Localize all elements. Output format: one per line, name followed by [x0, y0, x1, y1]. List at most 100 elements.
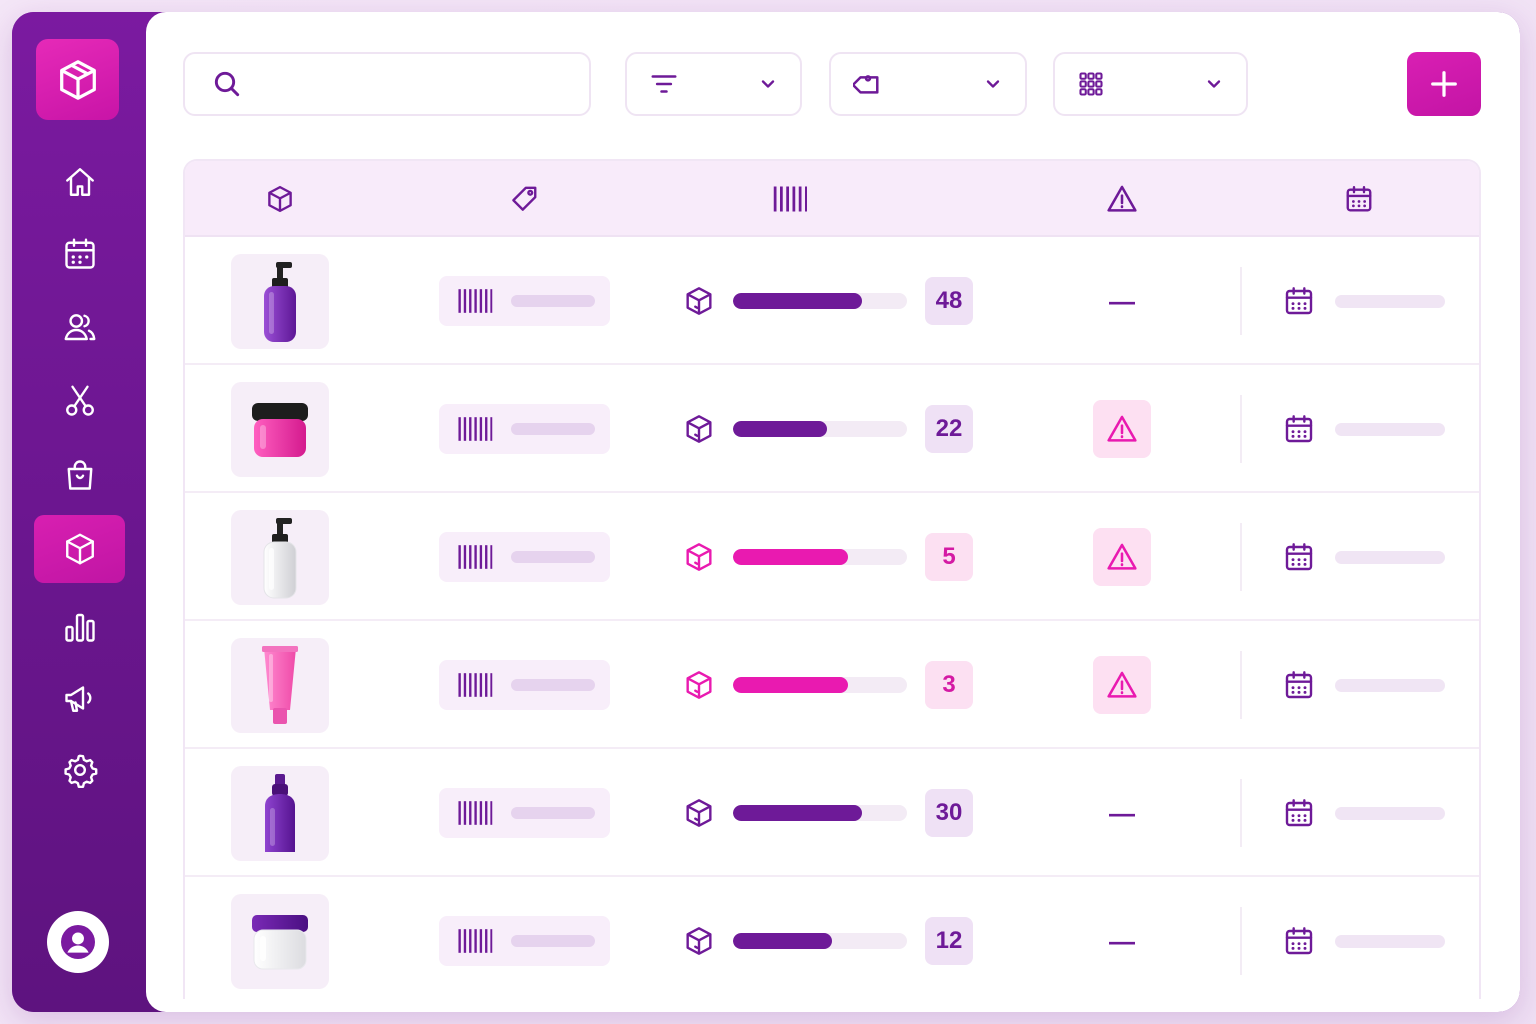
sidebar-item-shop[interactable] — [34, 441, 125, 509]
stock-level-bar — [733, 933, 907, 949]
user-avatar[interactable] — [47, 911, 109, 973]
stock-quantity-badge: 22 — [925, 405, 973, 453]
box-icon — [686, 927, 712, 955]
product-thumbnail[interactable] — [231, 382, 329, 477]
stock-level-bar — [733, 421, 907, 437]
calendar-icon — [64, 238, 95, 269]
date-icon-wrap — [1283, 925, 1315, 962]
column-divider — [1240, 779, 1242, 847]
column-header-product[interactable] — [231, 161, 329, 237]
stock-level-fill — [733, 677, 848, 693]
shopping-bag-icon — [67, 460, 92, 490]
product-thumbnail[interactable] — [231, 510, 329, 605]
low-stock-alert[interactable] — [1093, 400, 1151, 458]
box-icon — [65, 533, 94, 565]
date-icon-wrap — [1283, 413, 1315, 450]
filter-dropdown[interactable] — [625, 52, 802, 116]
sku-placeholder-line — [511, 807, 595, 819]
table-row[interactable]: 5 — [185, 493, 1479, 621]
box-icon — [686, 415, 712, 443]
sku-chip[interactable] — [439, 916, 610, 966]
sku-chip[interactable] — [439, 404, 610, 454]
barcode-icon — [458, 929, 493, 953]
sku-placeholder-line — [511, 679, 595, 691]
product-thumbnail[interactable] — [231, 766, 329, 861]
date-icon-wrap — [1283, 669, 1315, 706]
product-thumbnail[interactable] — [231, 894, 329, 989]
date-placeholder-line — [1335, 423, 1445, 436]
tag-dropdown[interactable] — [829, 52, 1027, 116]
date-placeholder-line — [1335, 679, 1445, 692]
low-stock-alert[interactable] — [1093, 656, 1151, 714]
empty-alert-dash: — — [1109, 286, 1135, 316]
sku-placeholder-line — [511, 551, 595, 563]
barcode-icon — [458, 673, 493, 697]
stock-level-fill — [733, 421, 827, 437]
barcode-icon — [458, 545, 493, 569]
search-box[interactable] — [183, 52, 591, 116]
table-row[interactable]: 22 — [185, 365, 1479, 493]
box-icon — [686, 799, 712, 827]
sku-placeholder-line — [511, 295, 595, 307]
stock-level-bar — [733, 293, 907, 309]
sku-placeholder-line — [511, 935, 595, 947]
warning-icon — [1107, 671, 1137, 698]
sku-chip[interactable] — [439, 276, 610, 326]
box-icon — [686, 671, 712, 699]
barcode-icon — [458, 289, 493, 313]
column-divider — [1240, 395, 1242, 463]
calendar-icon — [1285, 927, 1313, 955]
column-header-tag[interactable] — [475, 161, 573, 237]
column-divider — [1240, 907, 1242, 975]
sidebar-item-settings[interactable] — [34, 736, 125, 804]
warning-icon — [1107, 415, 1137, 442]
sidebar-item-reports[interactable] — [34, 593, 125, 661]
sidebar-item-inventory[interactable] — [34, 515, 125, 583]
view-dropdown[interactable] — [1053, 52, 1248, 116]
stock-box — [683, 669, 715, 706]
table-row[interactable]: 12 — — [185, 877, 1479, 999]
calendar-icon — [1285, 671, 1313, 699]
chevron-down-icon — [1207, 80, 1221, 88]
sidebar-item-calendar[interactable] — [34, 220, 125, 288]
column-divider — [1240, 267, 1242, 335]
stock-level-fill — [733, 293, 862, 309]
date-icon-wrap — [1283, 541, 1315, 578]
inventory-table: 48 — 22 5 3 30 — 12 — — [183, 159, 1481, 999]
tag-icon — [512, 186, 537, 211]
no-alert: — — [1093, 784, 1151, 842]
stock-quantity-badge: 12 — [925, 917, 973, 965]
stock-level-fill — [733, 933, 833, 949]
users-icon — [64, 314, 95, 341]
table-row[interactable]: 48 — — [185, 237, 1479, 365]
product-thumbnail[interactable] — [231, 638, 329, 733]
column-header-barcode[interactable] — [741, 161, 839, 237]
sku-chip[interactable] — [439, 788, 610, 838]
add-product-button[interactable] — [1407, 52, 1481, 116]
warning-icon — [1107, 185, 1137, 212]
table-row[interactable]: 30 — — [185, 749, 1479, 877]
stock-quantity-badge: 48 — [925, 277, 973, 325]
sidebar-item-marketing[interactable] — [34, 664, 125, 732]
stock-quantity-badge: 30 — [925, 789, 973, 837]
sku-chip[interactable] — [439, 660, 610, 710]
scissors-icon — [65, 385, 94, 416]
app-logo[interactable] — [36, 39, 119, 120]
low-stock-alert[interactable] — [1093, 528, 1151, 586]
sidebar-item-clients[interactable] — [34, 293, 125, 361]
calendar-icon — [1285, 799, 1313, 827]
date-placeholder-line — [1335, 295, 1445, 308]
sidebar-item-home[interactable] — [34, 148, 125, 216]
column-header-alert[interactable] — [1073, 161, 1171, 237]
column-header-date[interactable] — [1310, 161, 1408, 237]
sku-chip[interactable] — [439, 532, 610, 582]
sidebar-item-services[interactable] — [34, 367, 125, 435]
no-alert: — — [1093, 272, 1151, 330]
search-input[interactable] — [257, 73, 577, 95]
table-row[interactable]: 3 — [185, 621, 1479, 749]
stock-level-fill — [733, 549, 848, 565]
product-thumbnail[interactable] — [231, 254, 329, 349]
filter-icon — [651, 75, 677, 93]
stock-quantity-badge: 3 — [925, 661, 973, 709]
box-icon — [59, 59, 96, 100]
